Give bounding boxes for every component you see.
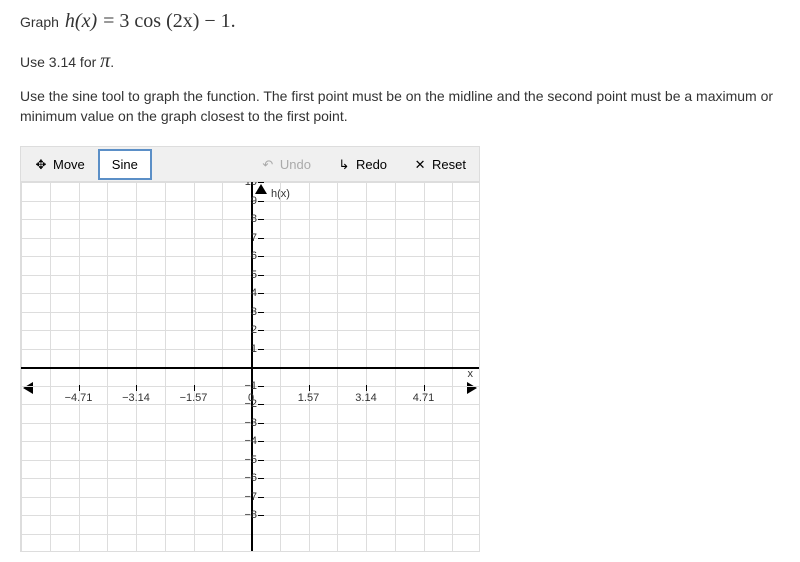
sine-button[interactable]: Sine	[98, 149, 152, 180]
redo-icon: ↳	[337, 157, 351, 171]
graph-canvas[interactable]: h(x) x −4.71−3.14−1.5701.573.144.71−8−7−…	[20, 182, 480, 552]
instruction-sine-tool: Use the sine tool to graph the function.…	[20, 87, 780, 126]
reset-icon: ✕	[413, 157, 427, 171]
y-tick-mark	[258, 275, 264, 276]
y-tick-label: −6	[239, 472, 257, 484]
x-tick-label: −4.71	[65, 392, 93, 404]
y-tick-label: 3	[239, 306, 257, 318]
x-tick-mark	[136, 385, 137, 391]
undo-label: Undo	[280, 157, 311, 172]
x-tick-label: 3.14	[355, 392, 376, 404]
y-tick-mark	[258, 256, 264, 257]
grid-line-horizontal	[21, 534, 479, 535]
y-tick-mark	[258, 441, 264, 442]
y-tick-label: −7	[239, 491, 257, 503]
y-tick-mark	[258, 312, 264, 313]
y-tick-mark	[258, 219, 264, 220]
x-tick-label: −3.14	[122, 392, 150, 404]
y-tick-label: −2	[239, 398, 257, 410]
y-tick-label: −4	[239, 435, 257, 447]
undo-icon: ↶	[261, 157, 275, 171]
x-tick-label: 1.57	[298, 392, 319, 404]
y-tick-mark	[258, 386, 264, 387]
graph-widget: ✥ Move Sine ↶ Undo ↳ Redo ✕ Reset h(x) x…	[20, 146, 480, 552]
x-tick-mark	[194, 385, 195, 391]
y-tick-label: −5	[239, 454, 257, 466]
x-axis-arrow-right	[467, 382, 477, 394]
x-axis-arrow-left	[23, 382, 33, 394]
y-tick-label: 2	[239, 324, 257, 336]
y-tick-mark	[258, 293, 264, 294]
y-tick-label: −1	[239, 380, 257, 392]
y-tick-label: 1	[239, 343, 257, 355]
y-tick-mark	[258, 404, 264, 405]
move-label: Move	[53, 157, 85, 172]
x-axis	[21, 367, 479, 369]
x-tick-label: 4.71	[413, 392, 434, 404]
function-lhs: h(x)	[65, 10, 97, 33]
y-tick-mark	[258, 515, 264, 516]
y-tick-label: 4	[239, 287, 257, 299]
x-tick-mark	[366, 385, 367, 391]
x-tick-mark	[309, 385, 310, 391]
y-tick-label: 7	[239, 232, 257, 244]
y-tick-mark	[258, 182, 264, 183]
y-tick-mark	[258, 238, 264, 239]
y-tick-mark	[258, 201, 264, 202]
y-tick-mark	[258, 497, 264, 498]
y-tick-mark	[258, 330, 264, 331]
y-tick-mark	[258, 349, 264, 350]
y-tick-label: 9	[239, 195, 257, 207]
y-tick-mark	[258, 460, 264, 461]
y-tick-label: 10	[239, 182, 257, 188]
graph-prefix: Graph	[20, 14, 59, 30]
instruction-pi: Use 3.14 for π.	[20, 47, 780, 75]
redo-label: Redo	[356, 157, 387, 172]
y-tick-label: 5	[239, 269, 257, 281]
toolbar: ✥ Move Sine ↶ Undo ↳ Redo ✕ Reset	[20, 146, 480, 182]
question-header: Graph h(x) = 3 cos (2x) − 1.	[20, 10, 780, 33]
move-icon: ✥	[34, 157, 48, 171]
x-tick-label: −1.57	[180, 392, 208, 404]
reset-label: Reset	[432, 157, 466, 172]
y-tick-label: 6	[239, 250, 257, 262]
y-tick-label: 8	[239, 213, 257, 225]
move-button[interactable]: ✥ Move	[21, 150, 98, 179]
function-rhs: = 3 cos (2x) − 1.	[103, 10, 236, 33]
sine-label: Sine	[112, 157, 138, 172]
reset-button[interactable]: ✕ Reset	[400, 150, 479, 179]
x-tick-mark	[424, 385, 425, 391]
x-tick-mark	[79, 385, 80, 391]
y-tick-label: −3	[239, 417, 257, 429]
y-tick-label: −8	[239, 509, 257, 521]
x-axis-label: x	[468, 368, 474, 380]
redo-button[interactable]: ↳ Redo	[324, 150, 400, 179]
undo-button[interactable]: ↶ Undo	[248, 150, 324, 179]
y-tick-mark	[258, 478, 264, 479]
y-tick-mark	[258, 423, 264, 424]
